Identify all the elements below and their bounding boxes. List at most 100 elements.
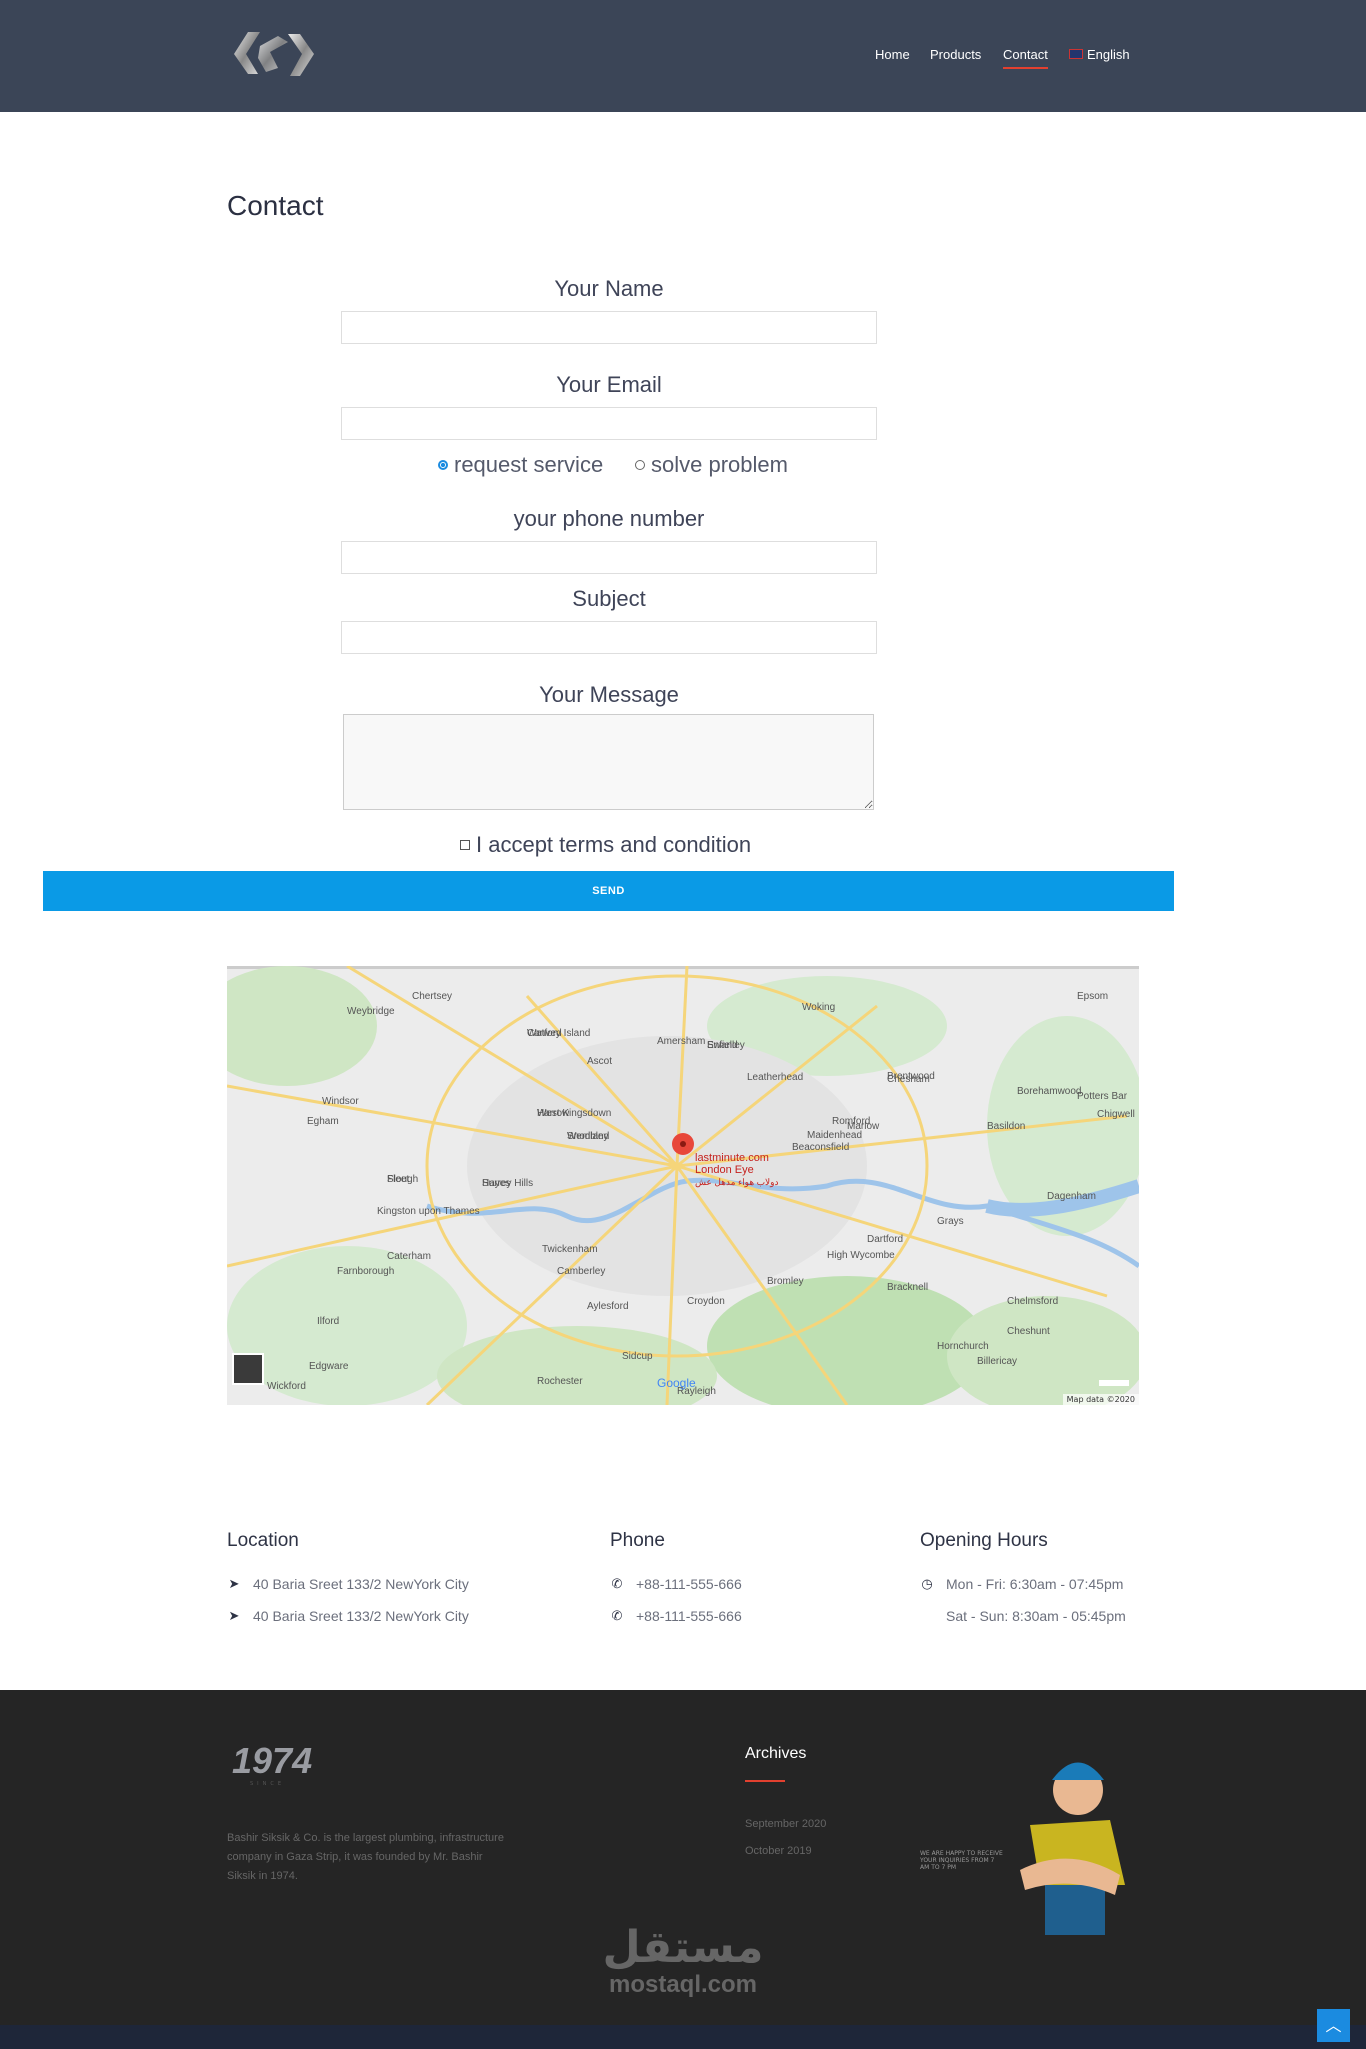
location-item: ➤ 40 Baria Sreet 133/2 NewYork City: [228, 1608, 469, 1624]
map-place-label: Ilford: [317, 1316, 340, 1327]
map-place-label: Ascot: [587, 1056, 613, 1067]
location-title: Location: [227, 1530, 299, 1551]
map-place-label: Canvey Island: [527, 1028, 591, 1039]
location-arrow-icon: ➤: [228, 1608, 240, 1623]
map-place-label: Billericay: [977, 1356, 1018, 1367]
archive-link[interactable]: September 2020: [745, 1818, 826, 1830]
map-attribution[interactable]: Map data ©2020: [1062, 1394, 1139, 1405]
footer-about: Bashir Siksik & Co. is the largest plumb…: [227, 1832, 504, 1882]
name-input[interactable]: [341, 311, 877, 344]
message-label: Your Message: [539, 682, 679, 707]
nav-home[interactable]: Home: [875, 47, 910, 62]
terms-row: I accept terms and condition: [460, 832, 751, 858]
map-place-label: Egham: [307, 1116, 339, 1127]
hours-title: Opening Hours: [920, 1530, 1048, 1551]
map-place-label: Wickford: [267, 1381, 306, 1392]
map-place-label: Hornchurch: [937, 1341, 989, 1352]
radio-solve-problem[interactable]: solve problem: [635, 452, 788, 478]
map-place-label: Windsor: [322, 1096, 359, 1107]
archives-underline: [745, 1780, 785, 1782]
hours-item: Sat - Sun: 8:30am - 05:45pm: [946, 1608, 1126, 1624]
map-place-label: Grays: [937, 1216, 964, 1227]
terms-label: I accept terms and condition: [476, 832, 752, 857]
email-label: Your Email: [556, 372, 662, 397]
phone-item: ✆ +88-111-555-666: [611, 1608, 742, 1624]
google-map[interactable]: lastminute.com London Eye دولاب هواء مدهل…: [227, 966, 1139, 1405]
subject-label: Subject: [572, 586, 646, 611]
radio-label: request service: [454, 452, 604, 477]
hours-item: ◷ Mon - Fri: 6:30am - 07:45pm: [921, 1576, 1124, 1592]
map-place-label: Chelmsford: [1007, 1296, 1059, 1307]
map-place-label: Borehamwood: [1017, 1086, 1082, 1097]
map-place-label: Leatherhead: [747, 1072, 804, 1083]
map-place-label: Weybridge: [347, 1006, 395, 1017]
map-place-label: Swanley: [707, 1040, 745, 1051]
map-place-label: West Kingsdown: [537, 1108, 612, 1119]
map-canvas[interactable]: [227, 966, 1139, 1405]
map-place-label: Kingston upon Thames: [377, 1206, 480, 1217]
map-place-label: Marlow: [847, 1121, 880, 1132]
map-place-label: Surrey Hills: [482, 1178, 534, 1189]
phone-label: your phone number: [513, 506, 705, 531]
map-place-label: Potters Bar: [1077, 1091, 1128, 1102]
archives-title: Archives: [745, 1745, 807, 1762]
map-place-label: Dagenham: [1047, 1191, 1096, 1202]
map-place-label: Bracknell: [887, 1282, 929, 1293]
google-logo: Google: [657, 1376, 696, 1390]
mostaql-watermark: مستقل mostaql.com: [602, 1922, 764, 1999]
map-place-label: Aylesford: [587, 1301, 629, 1312]
map-place-label: Epsom: [1077, 991, 1109, 1002]
map-place-label: Basildon: [987, 1121, 1026, 1132]
map-place-label: Dartford: [867, 1234, 904, 1245]
nav-contact[interactable]: Contact: [1003, 47, 1048, 69]
phone-item: ✆ +88-111-555-666: [611, 1576, 742, 1592]
uk-flag-icon: [1069, 49, 1083, 59]
map-place-label: Snodland: [567, 1131, 610, 1142]
map-place-label: Woking: [802, 1002, 836, 1013]
map-place-label: Fleet: [387, 1174, 410, 1185]
map-place-label: Chesham: [887, 1074, 930, 1085]
footer-logo-sub: SINCE: [250, 1781, 286, 1787]
radio-label: solve problem: [651, 452, 788, 477]
nav-language[interactable]: English: [1087, 47, 1130, 62]
name-label: Your Name: [554, 276, 664, 301]
message-textarea[interactable]: [343, 714, 874, 810]
chevron-up-icon: ︿: [1325, 2016, 1342, 2035]
map-place-label: Sidcup: [622, 1351, 653, 1362]
satellite-toggle: [232, 1353, 264, 1385]
footer-logo: 1974: [232, 1740, 313, 1781]
subject-input[interactable]: [341, 621, 877, 654]
page-title: Contact: [227, 190, 324, 221]
radio-request-service[interactable]: request service: [438, 452, 603, 478]
radio-checked-icon: [438, 460, 448, 470]
nav-products[interactable]: Products: [930, 47, 981, 62]
site-footer: 1974 SINCE Bashir Siksik & Co. is the la…: [0, 1690, 1366, 2025]
map-place-label: Farnborough: [337, 1266, 395, 1277]
map-place-label: Chigwell: [1097, 1109, 1135, 1120]
phone-input[interactable]: [341, 541, 877, 574]
archive-link[interactable]: October 2019: [745, 1845, 812, 1857]
plumber-mascot-image: [1020, 1762, 1125, 1935]
map-place-label: Bromley: [767, 1276, 804, 1287]
map-place-label: Camberley: [557, 1266, 606, 1277]
clock-icon: ◷: [921, 1576, 933, 1591]
site-header: Home Products Contact English: [0, 0, 1366, 112]
phone-title: Phone: [610, 1530, 665, 1551]
map-place-label: Cheshunt: [1007, 1326, 1050, 1337]
radio-unchecked-icon: [635, 460, 645, 470]
map-place-label: Croydon: [687, 1296, 725, 1307]
email-input[interactable]: [341, 407, 877, 440]
terms-checkbox[interactable]: [460, 840, 470, 850]
scroll-to-top-button[interactable]: ︿: [1317, 2009, 1350, 2042]
phone-icon: ✆: [611, 1576, 623, 1591]
phone-icon: ✆: [611, 1608, 623, 1623]
map-place-label: Twickenham: [542, 1244, 598, 1255]
map-place-label: Beaconsfield: [792, 1142, 850, 1153]
map-place-label: Edgware: [309, 1361, 349, 1372]
location-arrow-icon: ➤: [228, 1576, 240, 1591]
company-logo[interactable]: [230, 28, 318, 80]
send-button[interactable]: SEND: [43, 871, 1174, 911]
mascot-text: WE ARE HAPPY TO RECEIVE YOUR INQUIRIES F…: [920, 1850, 1003, 1871]
location-item: ➤ 40 Baria Sreet 133/2 NewYork City: [228, 1576, 469, 1592]
footer-bottom-bar: [0, 2025, 1366, 2049]
